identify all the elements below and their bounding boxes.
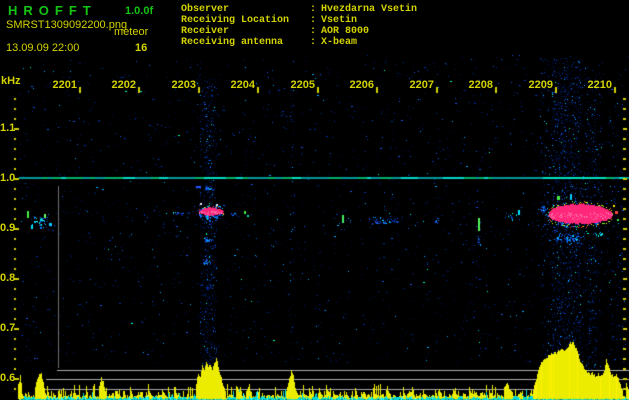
hrofft-spectrogram-screen: HROFFT 1.0.0f SMRST1309092200.png meteor…: [0, 0, 629, 400]
x-tick-label: 2204: [219, 79, 255, 91]
y-tick-label: 0.8: [0, 272, 13, 284]
info-colon: :: [310, 15, 321, 26]
info-value: X-beam: [321, 37, 357, 48]
output-filename: SMRST1309092200.png: [6, 19, 127, 31]
app-title: HROFFT: [8, 3, 97, 18]
observation-datetime: 13.09.09 22:00: [6, 42, 79, 54]
info-label: Observer: [181, 4, 310, 15]
y-tick-label: 1.1: [0, 122, 13, 134]
info-value: AOR 8000: [321, 26, 369, 37]
x-tick-label: 2209: [517, 79, 553, 91]
x-tick-label: 2205: [279, 79, 315, 91]
info-label: Receiving Location: [181, 15, 310, 26]
info-colon: :: [310, 4, 321, 15]
info-value: Hvezdarna Vsetin: [321, 4, 417, 15]
info-value: Vsetin: [321, 15, 357, 26]
y-tick-label: 0.7: [0, 322, 13, 334]
x-tick-label: 2206: [338, 79, 374, 91]
x-tick-label: 2201: [41, 79, 77, 91]
spectrogram-canvas: [0, 0, 629, 400]
x-tick-label: 2203: [160, 79, 196, 91]
info-label: Receiver: [181, 26, 310, 37]
station-info-row: Receiving antenna:X-beam: [181, 37, 417, 48]
y-tick-label: 0.6: [0, 372, 13, 384]
y-tick-label: 1.0: [0, 172, 13, 184]
x-tick-label: 2210: [576, 79, 612, 91]
info-label: Receiving antenna: [181, 37, 310, 48]
info-colon: :: [310, 37, 321, 48]
x-tick-label: 2208: [457, 79, 493, 91]
station-info-row: Observer:Hvezdarna Vsetin: [181, 4, 417, 15]
mode-label: meteor: [114, 26, 148, 38]
station-info-row: Receiving Location:Vsetin: [181, 15, 417, 26]
x-tick-label: 2202: [100, 79, 136, 91]
info-colon: :: [310, 26, 321, 37]
x-tick-label: 2207: [398, 79, 434, 91]
version-label: 1.0.0f: [125, 5, 153, 17]
station-info-block: Observer:Hvezdarna VsetinReceiving Locat…: [181, 4, 417, 48]
y-tick-label: 0.9: [0, 222, 13, 234]
meteor-count: 16: [135, 42, 147, 54]
y-axis-unit-label: kHz: [1, 75, 21, 87]
station-info-row: Receiver:AOR 8000: [181, 26, 417, 37]
